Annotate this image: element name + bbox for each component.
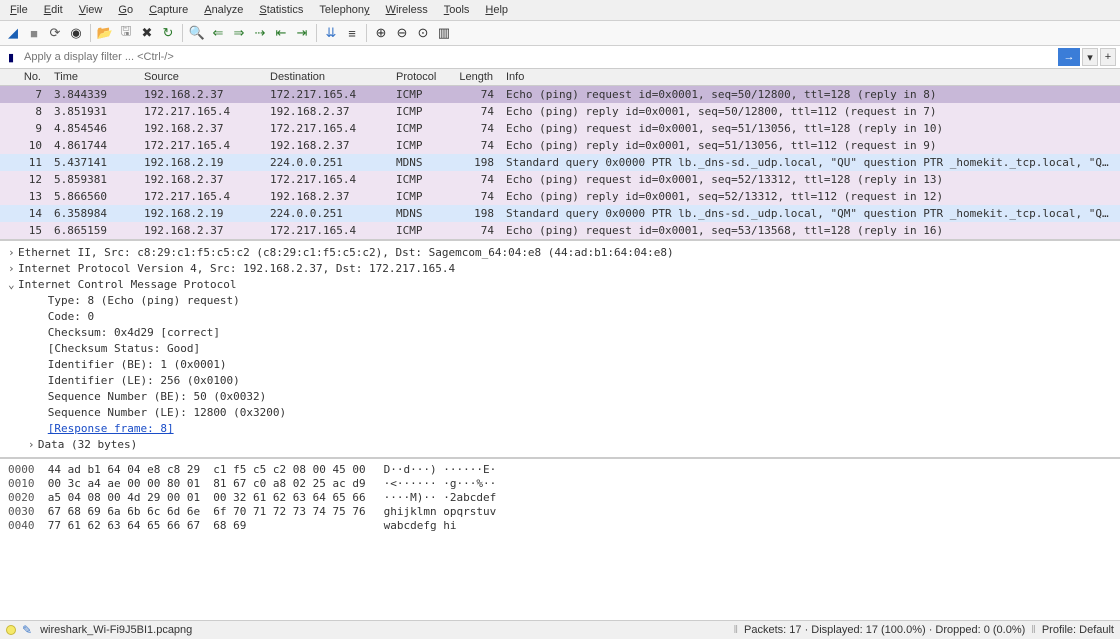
go-forward-icon[interactable]: ⇒ [230, 24, 248, 42]
menu-help[interactable]: Help [479, 2, 514, 18]
bytes-row[interactable]: 0030 67 68 69 6a 6b 6c 6d 6e 6f 70 71 72… [8, 505, 1112, 519]
tree-icmp-checksum[interactable]: Checksum: 0x4d29 [correct] [8, 325, 1112, 341]
packet-details-pane: ›Ethernet II, Src: c8:29:c1:f5:c5:c2 (c8… [0, 241, 1120, 459]
menu-edit[interactable]: Edit [38, 2, 69, 18]
tree-icmp-code[interactable]: Code: 0 [8, 309, 1112, 325]
col-header-protocol[interactable]: Protocol [390, 69, 452, 85]
col-header-length[interactable]: Length [452, 69, 500, 85]
colorize-icon[interactable]: ≡ [343, 24, 361, 42]
packet-list-pane: No. Time Source Destination Protocol Len… [0, 69, 1120, 241]
bytes-row[interactable]: 0010 00 3c a4 ae 00 00 80 01 81 67 c0 a8… [8, 477, 1112, 491]
zoom-in-icon[interactable]: ⊕ [372, 24, 390, 42]
stop-capture-icon[interactable]: ■ [25, 24, 43, 42]
toolbar-separator [90, 24, 91, 42]
col-header-info[interactable]: Info [500, 69, 1120, 85]
menu-tools[interactable]: Tools [438, 2, 476, 18]
go-last-icon[interactable]: ⇥ [293, 24, 311, 42]
packet-list-header: No. Time Source Destination Protocol Len… [0, 69, 1120, 86]
menu-go[interactable]: Go [112, 2, 139, 18]
open-file-icon[interactable]: 📂 [96, 24, 114, 42]
menu-capture[interactable]: Capture [143, 2, 194, 18]
toolbar-separator [366, 24, 367, 42]
main-toolbar: ◢ ■ ⟳ ◉ 📂 🖫 ✖ ↻ 🔍 ⇐ ⇒ ⇢ ⇤ ⇥ ⇊ ≡ ⊕ ⊖ ⊙ ▥ [0, 21, 1120, 46]
tree-icmp-seq-be[interactable]: Sequence Number (BE): 50 (0x0032) [8, 389, 1112, 405]
filter-history-dropdown[interactable]: ▾ [1082, 48, 1098, 66]
packet-row[interactable]: 125.859381192.168.2.37172.217.165.4ICMP7… [0, 171, 1120, 188]
status-bar: ✎ wireshark_Wi-Fi9J5BI1.pcapng ‖ Packets… [0, 620, 1120, 639]
tree-ip[interactable]: ›Internet Protocol Version 4, Src: 192.1… [8, 261, 1112, 277]
zoom-out-icon[interactable]: ⊖ [393, 24, 411, 42]
menu-bar: File Edit View Go Capture Analyze Statis… [0, 0, 1120, 21]
status-packet-stats: Packets: 17 · Displayed: 17 (100.0%) · D… [744, 624, 1025, 636]
expert-info-icon[interactable] [6, 625, 16, 635]
packet-row[interactable]: 83.851931172.217.165.4192.168.2.37ICMP74… [0, 103, 1120, 120]
packet-row[interactable]: 135.866560172.217.165.4192.168.2.37ICMP7… [0, 188, 1120, 205]
tree-icmp-type[interactable]: Type: 8 (Echo (ping) request) [8, 293, 1112, 309]
col-header-destination[interactable]: Destination [264, 69, 390, 85]
find-packet-icon[interactable]: 🔍 [188, 24, 206, 42]
zoom-reset-icon[interactable]: ⊙ [414, 24, 432, 42]
menu-view[interactable]: View [73, 2, 109, 18]
display-filter-input[interactable] [22, 49, 1056, 65]
auto-scroll-icon[interactable]: ⇊ [322, 24, 340, 42]
menu-telephony[interactable]: Telephony [313, 2, 375, 18]
apply-filter-button[interactable]: → [1058, 48, 1080, 66]
packet-bytes-pane: 0000 44 ad b1 64 04 e8 c8 29 c1 f5 c5 c2… [0, 459, 1120, 620]
packet-row[interactable]: 94.854546192.168.2.37172.217.165.4ICMP74… [0, 120, 1120, 137]
save-file-icon[interactable]: 🖫 [117, 24, 135, 42]
status-filename: wireshark_Wi-Fi9J5BI1.pcapng [40, 624, 192, 636]
col-header-source[interactable]: Source [138, 69, 264, 85]
tree-ip-label: Internet Protocol Version 4, Src: 192.16… [18, 262, 455, 275]
packet-row[interactable]: 73.844339192.168.2.37172.217.165.4ICMP74… [0, 86, 1120, 103]
col-header-time[interactable]: Time [48, 69, 138, 85]
tree-icmp-checksum-status[interactable]: [Checksum Status: Good] [8, 341, 1112, 357]
menu-statistics[interactable]: Statistics [253, 2, 309, 18]
tree-ethernet-label: Ethernet II, Src: c8:29:c1:f5:c5:c2 (c8:… [18, 246, 674, 259]
restart-capture-icon[interactable]: ⟳ [46, 24, 64, 42]
tree-icmp-id-be[interactable]: Identifier (BE): 1 (0x0001) [8, 357, 1112, 373]
capture-options-icon[interactable]: ◉ [67, 24, 85, 42]
tree-icmp-response-frame[interactable]: [Response frame: 8] [8, 421, 1112, 437]
status-profile[interactable]: Profile: Default [1042, 624, 1114, 636]
bytes-row[interactable]: 0000 44 ad b1 64 04 e8 c8 29 c1 f5 c5 c2… [8, 463, 1112, 477]
resize-columns-icon[interactable]: ▥ [435, 24, 453, 42]
reload-icon[interactable]: ↻ [159, 24, 177, 42]
col-header-no[interactable]: No. [0, 69, 48, 85]
tree-icmp-seq-le[interactable]: Sequence Number (LE): 12800 (0x3200) [8, 405, 1112, 421]
go-back-icon[interactable]: ⇐ [209, 24, 227, 42]
edit-capture-comment-icon[interactable]: ✎ [22, 623, 32, 637]
packet-row[interactable]: 104.861744172.217.165.4192.168.2.37ICMP7… [0, 137, 1120, 154]
tree-icmp-id-le[interactable]: Identifier (LE): 256 (0x0100) [8, 373, 1112, 389]
shark-fin-icon[interactable]: ◢ [4, 24, 22, 42]
display-filter-bar: ▮ → ▾ + [0, 46, 1120, 69]
go-to-packet-icon[interactable]: ⇢ [251, 24, 269, 42]
toolbar-separator [316, 24, 317, 42]
packet-row[interactable]: 115.437141192.168.2.19224.0.0.251MDNS198… [0, 154, 1120, 171]
tree-icmp[interactable]: ⌄Internet Control Message Protocol [8, 277, 1112, 293]
toolbar-separator [182, 24, 183, 42]
go-first-icon[interactable]: ⇤ [272, 24, 290, 42]
close-file-icon[interactable]: ✖ [138, 24, 156, 42]
packet-row[interactable]: 156.865159192.168.2.37172.217.165.4ICMP7… [0, 222, 1120, 239]
tree-icmp-label: Internet Control Message Protocol [18, 278, 237, 291]
bytes-row[interactable]: 0040 77 61 62 63 64 65 66 67 68 69 wabcd… [8, 519, 1112, 533]
tree-icmp-data[interactable]: ›Data (32 bytes) [8, 437, 1112, 453]
packet-list-body: 73.844339192.168.2.37172.217.165.4ICMP74… [0, 86, 1120, 239]
add-filter-button[interactable]: + [1100, 48, 1116, 66]
tree-ethernet[interactable]: ›Ethernet II, Src: c8:29:c1:f5:c5:c2 (c8… [8, 245, 1112, 261]
menu-analyze[interactable]: Analyze [198, 2, 249, 18]
bookmark-filter-icon[interactable]: ▮ [4, 50, 18, 64]
bytes-row[interactable]: 0020 a5 04 08 00 4d 29 00 01 00 32 61 62… [8, 491, 1112, 505]
menu-wireless[interactable]: Wireless [380, 2, 434, 18]
packet-row[interactable]: 146.358984192.168.2.19224.0.0.251MDNS198… [0, 205, 1120, 222]
menu-file[interactable]: File [4, 2, 34, 18]
